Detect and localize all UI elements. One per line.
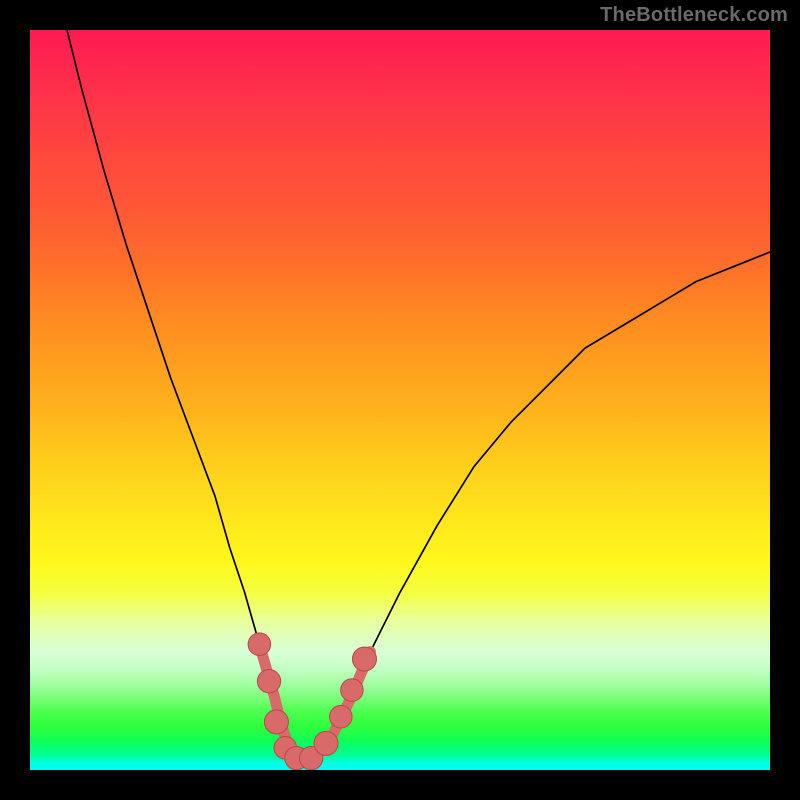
plot-area [30,30,770,770]
curve-layer [30,30,770,770]
curve-marker [264,710,288,734]
curve-marker [341,679,364,702]
curve-marker [314,731,338,755]
bottleneck-curve [67,30,770,763]
curve-marker [248,633,271,656]
curve-marker [352,647,376,671]
outer-frame: TheBottleneck.com [0,0,800,800]
curve-marker [257,670,280,693]
curve-marker [330,705,353,728]
watermark-text: TheBottleneck.com [600,4,788,27]
